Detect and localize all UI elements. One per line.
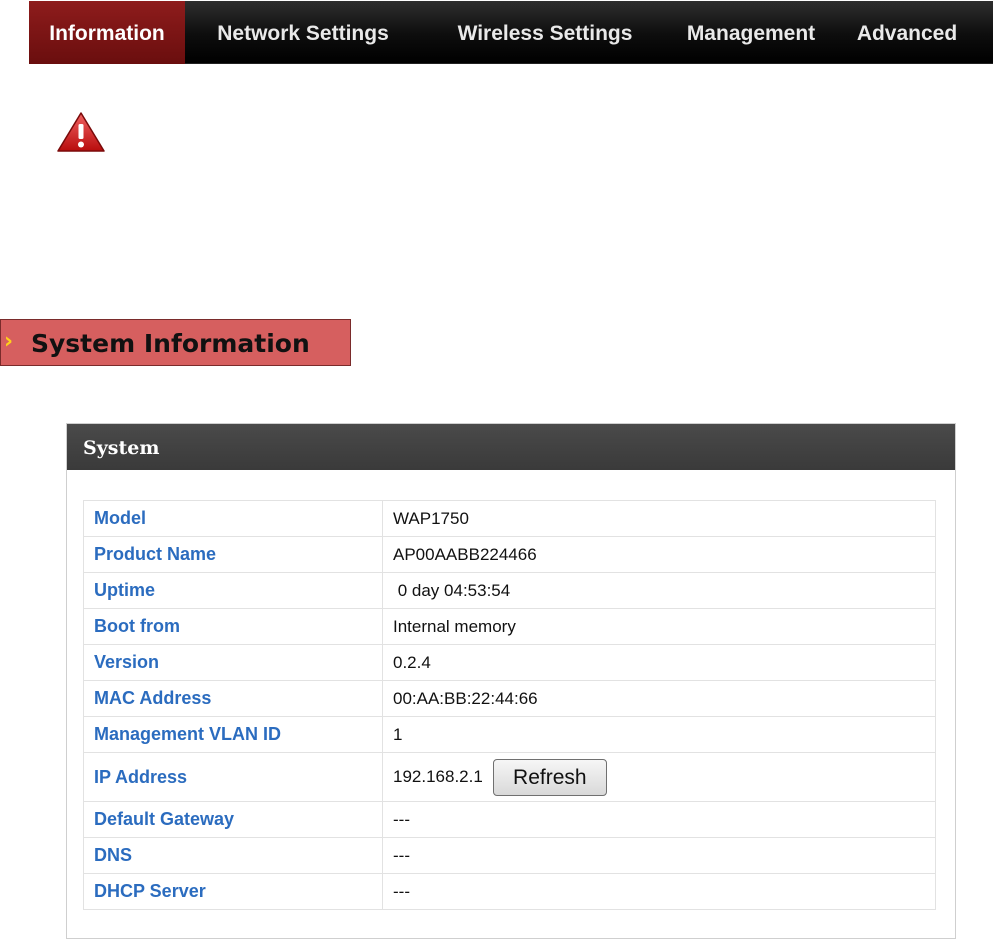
row-value: 1 bbox=[382, 716, 936, 753]
refresh-button[interactable]: Refresh bbox=[492, 758, 607, 796]
chevron-right-icon: › bbox=[4, 329, 14, 354]
row-value: --- bbox=[382, 873, 936, 910]
row-value: Internal memory bbox=[382, 608, 936, 645]
tab-network-settings[interactable]: Network Settings bbox=[199, 1, 407, 64]
row-label: IP Address bbox=[83, 752, 383, 802]
tab-wireless-settings[interactable]: Wireless Settings bbox=[435, 1, 655, 64]
row-value: --- bbox=[382, 801, 936, 838]
panel-title: System bbox=[83, 437, 160, 459]
row-value: WAP1750 bbox=[382, 500, 936, 537]
row-label: Default Gateway bbox=[83, 801, 383, 838]
table-row: DNS --- bbox=[83, 837, 936, 874]
table-row: MAC Address 00:AA:BB:22:44:66 bbox=[83, 680, 936, 717]
table-row: Uptime 0 day 04:53:54 bbox=[83, 572, 936, 609]
table-row: Boot from Internal memory bbox=[83, 608, 936, 645]
row-label: Model bbox=[83, 500, 383, 537]
row-value: --- bbox=[382, 837, 936, 874]
table-row: Version 0.2.4 bbox=[83, 644, 936, 681]
panel-header: System bbox=[67, 424, 955, 470]
row-label: Product Name bbox=[83, 536, 383, 573]
row-value: 0 day 04:53:54 bbox=[382, 572, 936, 609]
ip-address-value: 192.168.2.1 bbox=[393, 766, 483, 786]
row-label: MAC Address bbox=[83, 680, 383, 717]
table-row: Management VLAN ID 1 bbox=[83, 716, 936, 753]
table-row: DHCP Server --- bbox=[83, 873, 936, 910]
warning-triangle-icon bbox=[57, 112, 105, 152]
row-value: 0.2.4 bbox=[382, 644, 936, 681]
tab-advanced[interactable]: Advanced bbox=[847, 1, 967, 64]
row-label: DHCP Server bbox=[83, 873, 383, 910]
row-value: AP00AABB224466 bbox=[382, 536, 936, 573]
section-title: System Information bbox=[31, 329, 310, 358]
row-value: 00:AA:BB:22:44:66 bbox=[382, 680, 936, 717]
tab-management[interactable]: Management bbox=[675, 1, 827, 64]
top-navigation-bar: Information Network Settings Wireless Se… bbox=[29, 1, 993, 64]
row-label: Boot from bbox=[83, 608, 383, 645]
row-label: Version bbox=[83, 644, 383, 681]
table-row: Default Gateway --- bbox=[83, 801, 936, 838]
tab-information[interactable]: Information bbox=[29, 1, 185, 64]
system-info-table: Model WAP1750 Product Name AP00AABB22446… bbox=[83, 500, 936, 910]
table-row: Product Name AP00AABB224466 bbox=[83, 536, 936, 573]
table-row: IP Address 192.168.2.1 Refresh bbox=[83, 752, 936, 802]
row-label: DNS bbox=[83, 837, 383, 874]
section-header-system-information: › System Information bbox=[0, 319, 351, 366]
table-row: Model WAP1750 bbox=[83, 500, 936, 537]
row-value-ip: 192.168.2.1 Refresh bbox=[382, 752, 936, 802]
row-label: Management VLAN ID bbox=[83, 716, 383, 753]
row-label: Uptime bbox=[83, 572, 383, 609]
system-panel: System Model WAP1750 Product Name AP00AA… bbox=[66, 423, 956, 939]
